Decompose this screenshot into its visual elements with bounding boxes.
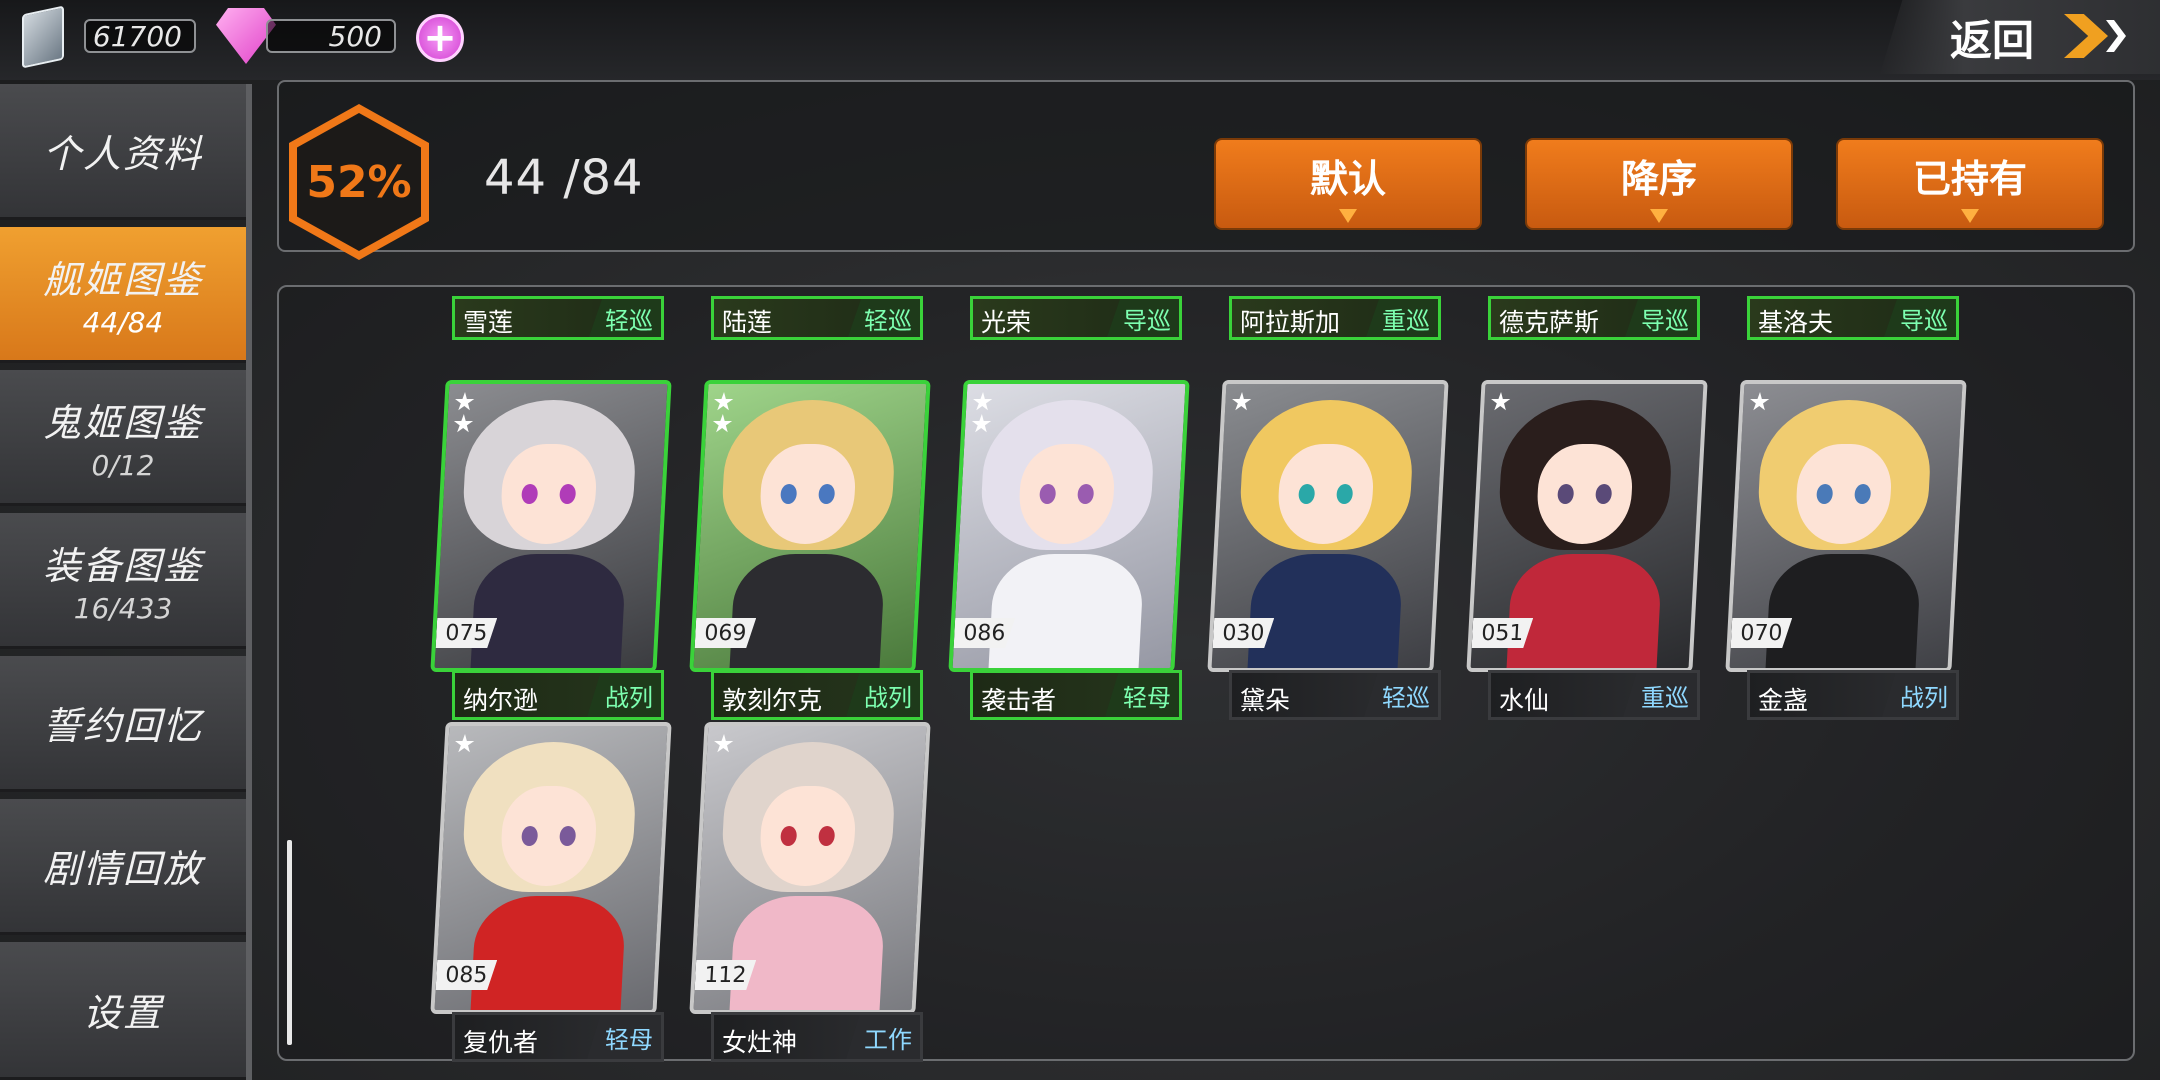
ship-name: 敦刻尔克 bbox=[722, 686, 823, 715]
ship-type: 轻巡 bbox=[848, 299, 920, 337]
ship-type: 导巡 bbox=[1884, 299, 1956, 337]
sidebar-label: 剧情回放 bbox=[42, 847, 203, 891]
ship-type: 战列 bbox=[1882, 673, 1956, 717]
caret-down-icon bbox=[1650, 209, 1668, 223]
star-icon bbox=[1231, 392, 1252, 412]
ship-name: 女灶神 bbox=[722, 1028, 798, 1057]
ship-type: 轻母 bbox=[587, 1015, 661, 1059]
ship-name: 复仇者 bbox=[463, 1028, 539, 1057]
sidebar-item-equipment-codex[interactable]: 装备图鉴 16/433 bbox=[0, 513, 246, 649]
sidebar-item-ship-codex[interactable]: 舰姬图鉴 44/84 bbox=[0, 227, 246, 363]
ship-name: 光荣 bbox=[981, 308, 1032, 337]
caret-down-icon bbox=[1961, 209, 1979, 223]
caret-down-icon bbox=[1339, 209, 1357, 223]
owned-filter-dropdown[interactable]: 已持有 bbox=[1836, 138, 2104, 230]
dropdown-label: 已持有 bbox=[1912, 157, 2027, 201]
ship-number: 030 bbox=[1213, 618, 1275, 648]
sidebar-divider bbox=[246, 84, 252, 1080]
star-icon bbox=[712, 414, 733, 434]
sidebar-label: 装备图鉴 bbox=[42, 543, 203, 588]
ship-number: 086 bbox=[954, 618, 1016, 648]
sidebar-count: 16/433 bbox=[73, 591, 173, 625]
ship-name: 水仙 bbox=[1499, 686, 1550, 715]
gem-amount: 500 bbox=[266, 19, 396, 53]
sidebar-label: 鬼姬图鉴 bbox=[42, 400, 203, 445]
sort-order-dropdown[interactable]: 降序 bbox=[1525, 138, 1793, 230]
ship-name: 黛朵 bbox=[1240, 686, 1291, 715]
sidebar-item-story-replay[interactable]: 剧情回放 bbox=[0, 799, 246, 935]
crystal-display: 61700 bbox=[0, 16, 200, 56]
sidebar-label: 誓约回忆 bbox=[42, 704, 203, 748]
ship-portrait: 085 bbox=[430, 722, 672, 1014]
scrollbar[interactable] bbox=[287, 840, 292, 1045]
gem-display: 500 bbox=[260, 16, 410, 56]
ship-type: 工作 bbox=[846, 1015, 920, 1059]
ship-name: 纳尔逊 bbox=[463, 686, 539, 715]
ship-name: 基洛夫 bbox=[1758, 308, 1834, 337]
ship-portrait: 075 bbox=[430, 380, 672, 672]
star-icon bbox=[454, 392, 475, 412]
ship-name: 金盏 bbox=[1758, 686, 1809, 715]
ship-number: 069 bbox=[695, 618, 757, 648]
ship-number: 085 bbox=[436, 960, 498, 990]
back-label: 返回 bbox=[1950, 15, 2035, 65]
ship-type: 战列 bbox=[587, 673, 661, 717]
ship-number: 075 bbox=[436, 618, 498, 648]
ship-type: 轻母 bbox=[1105, 673, 1179, 717]
chevron-right-icon bbox=[2106, 20, 2126, 52]
ship-name: 阿拉斯加 bbox=[1240, 308, 1341, 337]
chevron-right-icon bbox=[2064, 14, 2108, 58]
ship-type: 重巡 bbox=[1366, 299, 1438, 337]
back-button[interactable]: 返回 bbox=[1880, 0, 2160, 74]
star-icon bbox=[971, 414, 992, 434]
crystal-amount: 61700 bbox=[84, 19, 196, 53]
dropdown-label: 默认 bbox=[1309, 157, 1386, 201]
sidebar-label: 设置 bbox=[82, 991, 163, 1035]
star-icon bbox=[1749, 392, 1770, 412]
sidebar-label: 舰姬图鉴 bbox=[42, 257, 203, 302]
sidebar-count: 44/84 bbox=[82, 305, 164, 339]
star-icon bbox=[454, 734, 475, 754]
ship-portrait: 030 bbox=[1207, 380, 1449, 672]
ship-type: 轻巡 bbox=[1364, 673, 1438, 717]
sort-default-dropdown[interactable]: 默认 bbox=[1214, 138, 1482, 230]
sidebar-label: 个人资料 bbox=[42, 132, 203, 176]
sidebar-item-ghost-codex[interactable]: 鬼姬图鉴 0/12 bbox=[0, 370, 246, 506]
ship-number: 070 bbox=[1731, 618, 1793, 648]
sidebar-count: 0/12 bbox=[91, 448, 155, 482]
star-icon bbox=[713, 392, 734, 412]
add-gem-button[interactable]: + bbox=[416, 14, 464, 62]
ship-portrait: 086 bbox=[948, 380, 1190, 672]
star-icon bbox=[1490, 392, 1511, 412]
ship-name: 德克萨斯 bbox=[1499, 308, 1600, 337]
sidebar-item-profile[interactable]: 个人资料 bbox=[0, 84, 246, 220]
ship-type: 战列 bbox=[846, 673, 920, 717]
ship-number: 112 bbox=[695, 960, 757, 990]
ship-type: 轻巡 bbox=[589, 299, 661, 337]
star-icon bbox=[713, 734, 734, 754]
ship-number: 051 bbox=[1472, 618, 1534, 648]
dropdown-label: 降序 bbox=[1620, 157, 1697, 201]
collection-count: 44 /84 bbox=[484, 150, 644, 206]
ship-portrait: 051 bbox=[1466, 380, 1708, 672]
sidebar-item-oath-memories[interactable]: 誓约回忆 bbox=[0, 656, 246, 792]
star-icon bbox=[972, 392, 993, 412]
ship-portrait: 070 bbox=[1725, 380, 1967, 672]
ship-portrait: 112 bbox=[689, 722, 931, 1014]
ship-type: 导巡 bbox=[1625, 299, 1697, 337]
sidebar-item-settings[interactable]: 设置 bbox=[0, 942, 246, 1080]
star-icon bbox=[453, 414, 474, 434]
ship-name: 陆莲 bbox=[722, 308, 773, 337]
ship-name: 雪莲 bbox=[463, 308, 514, 337]
ship-name: 袭击者 bbox=[981, 686, 1057, 715]
ship-type: 导巡 bbox=[1107, 299, 1179, 337]
ship-portrait: 069 bbox=[689, 380, 931, 672]
ship-type: 重巡 bbox=[1623, 673, 1697, 717]
